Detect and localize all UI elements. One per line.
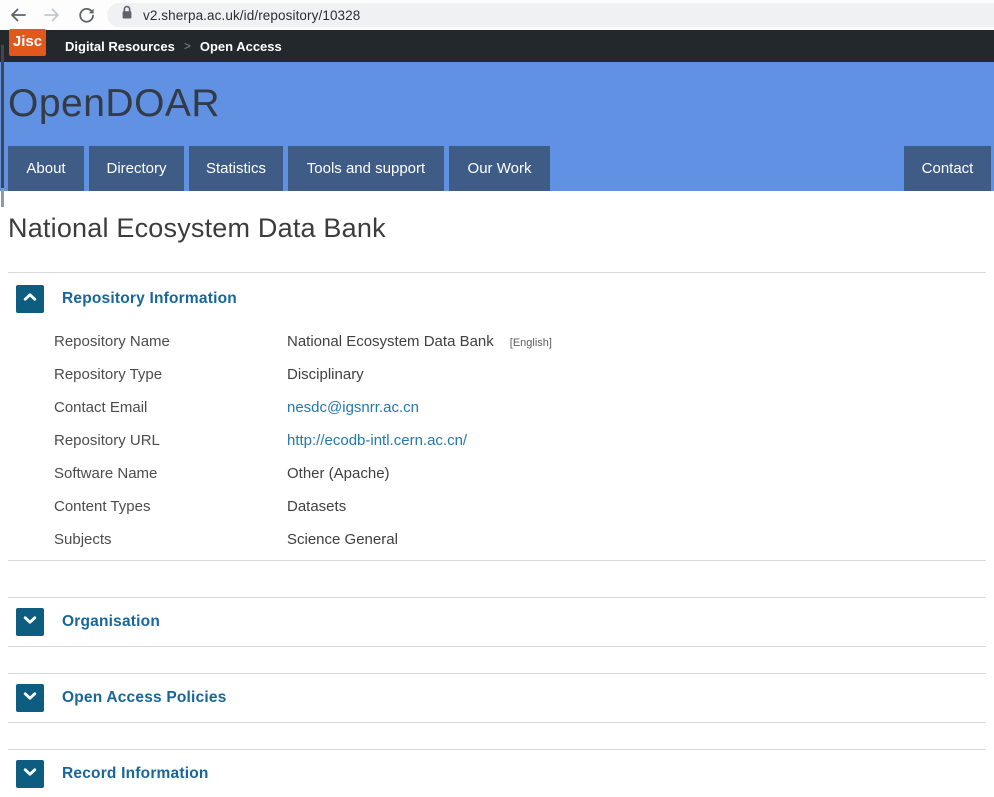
nav-tab-statistics[interactable]: Statistics xyxy=(189,146,283,191)
page-title: National Ecosystem Data Bank xyxy=(8,213,986,244)
field-content-types: Content Types Datasets xyxy=(8,490,986,523)
jisc-logo[interactable]: Jisc xyxy=(9,29,46,56)
expand-button[interactable] xyxy=(16,684,44,712)
field-label: Content Types xyxy=(54,498,287,515)
collapse-button[interactable] xyxy=(16,285,44,313)
nav-spacer xyxy=(555,146,899,191)
section-header-repository-information[interactable]: Repository Information xyxy=(8,273,986,325)
main-content: National Ecosystem Data Bank Repository … xyxy=(0,213,994,797)
accordion: Repository Information Repository Name N… xyxy=(8,272,986,797)
back-icon[interactable] xyxy=(8,5,28,25)
field-value: National Ecosystem Data Bank xyxy=(287,333,494,350)
section-open-access-policies: Open Access Policies xyxy=(8,673,986,723)
section-header-record-information[interactable]: Record Information xyxy=(8,750,986,797)
breadcrumb-open-access[interactable]: Open Access xyxy=(200,39,282,54)
chevron-down-icon xyxy=(22,764,38,785)
url-text: v2.sherpa.ac.uk/id/repository/10328 xyxy=(143,8,360,23)
field-repository-url: Repository URL http://ecodb-intl.cern.ac… xyxy=(8,424,986,457)
reload-icon[interactable] xyxy=(76,5,96,25)
section-record-information: Record Information xyxy=(8,749,986,797)
language-tag: [English] xyxy=(510,337,552,349)
window-edge-artifact xyxy=(1,188,4,207)
section-header-organisation[interactable]: Organisation xyxy=(8,598,986,646)
address-bar[interactable]: v2.sherpa.ac.uk/id/repository/10328 xyxy=(107,3,994,27)
field-value: Other (Apache) xyxy=(287,465,390,482)
field-label: Software Name xyxy=(54,465,287,482)
section-organisation: Organisation xyxy=(8,597,986,647)
chevron-up-icon xyxy=(22,289,38,310)
field-label: Contact Email xyxy=(54,399,287,416)
section-header-open-access-policies[interactable]: Open Access Policies xyxy=(8,674,986,722)
field-repository-name: Repository Name National Ecosystem Data … xyxy=(8,325,986,358)
field-contact-email: Contact Email nesdc@igsnrr.ac.cn xyxy=(8,391,986,424)
field-label: Repository URL xyxy=(54,432,287,449)
expand-button[interactable] xyxy=(16,608,44,636)
section-title[interactable]: Organisation xyxy=(62,613,160,631)
lock-icon[interactable] xyxy=(121,5,133,25)
field-value: Disciplinary xyxy=(287,366,364,383)
section-title[interactable]: Record Information xyxy=(62,765,209,783)
breadcrumb: Digital Resources > Open Access xyxy=(65,39,282,54)
nav-tab-about[interactable]: About xyxy=(8,146,84,191)
main-nav: About Directory Statistics Tools and sup… xyxy=(0,146,994,191)
nav-tab-our-work[interactable]: Our Work xyxy=(449,146,550,191)
window-edge-artifact xyxy=(1,45,4,188)
nav-tab-contact[interactable]: Contact xyxy=(904,146,991,191)
field-label: Subjects xyxy=(54,531,287,548)
chevron-down-icon xyxy=(22,688,38,709)
field-software-name: Software Name Other (Apache) xyxy=(8,457,986,490)
repository-url-link[interactable]: http://ecodb-intl.cern.ac.cn/ xyxy=(287,432,467,449)
breadcrumb-separator: > xyxy=(184,39,191,53)
browser-toolbar: v2.sherpa.ac.uk/id/repository/10328 xyxy=(0,0,994,30)
section-title[interactable]: Open Access Policies xyxy=(62,689,227,707)
field-label: Repository Name xyxy=(54,333,287,350)
forward-icon[interactable] xyxy=(42,5,62,25)
chevron-down-icon xyxy=(22,612,38,633)
email-link[interactable]: nesdc@igsnrr.ac.cn xyxy=(287,399,419,416)
site-banner: OpenDOAR About Directory Statistics Tool… xyxy=(0,62,994,191)
field-label: Repository Type xyxy=(54,366,287,383)
field-repository-type: Repository Type Disciplinary xyxy=(8,358,986,391)
breadcrumb-digital-resources[interactable]: Digital Resources xyxy=(65,39,175,54)
section-title[interactable]: Repository Information xyxy=(62,290,237,308)
field-value: Datasets xyxy=(287,498,346,515)
field-value: Science General xyxy=(287,531,398,548)
site-title: OpenDOAR xyxy=(8,82,220,126)
jisc-header-bar: Jisc Digital Resources > Open Access xyxy=(0,30,994,62)
expand-button[interactable] xyxy=(16,760,44,788)
nav-tab-directory[interactable]: Directory xyxy=(89,146,184,191)
nav-tab-tools-and-support[interactable]: Tools and support xyxy=(288,146,444,191)
repository-fields: Repository Name National Ecosystem Data … xyxy=(8,325,986,560)
section-repository-information: Repository Information Repository Name N… xyxy=(8,272,986,561)
field-subjects: Subjects Science General xyxy=(8,523,986,556)
